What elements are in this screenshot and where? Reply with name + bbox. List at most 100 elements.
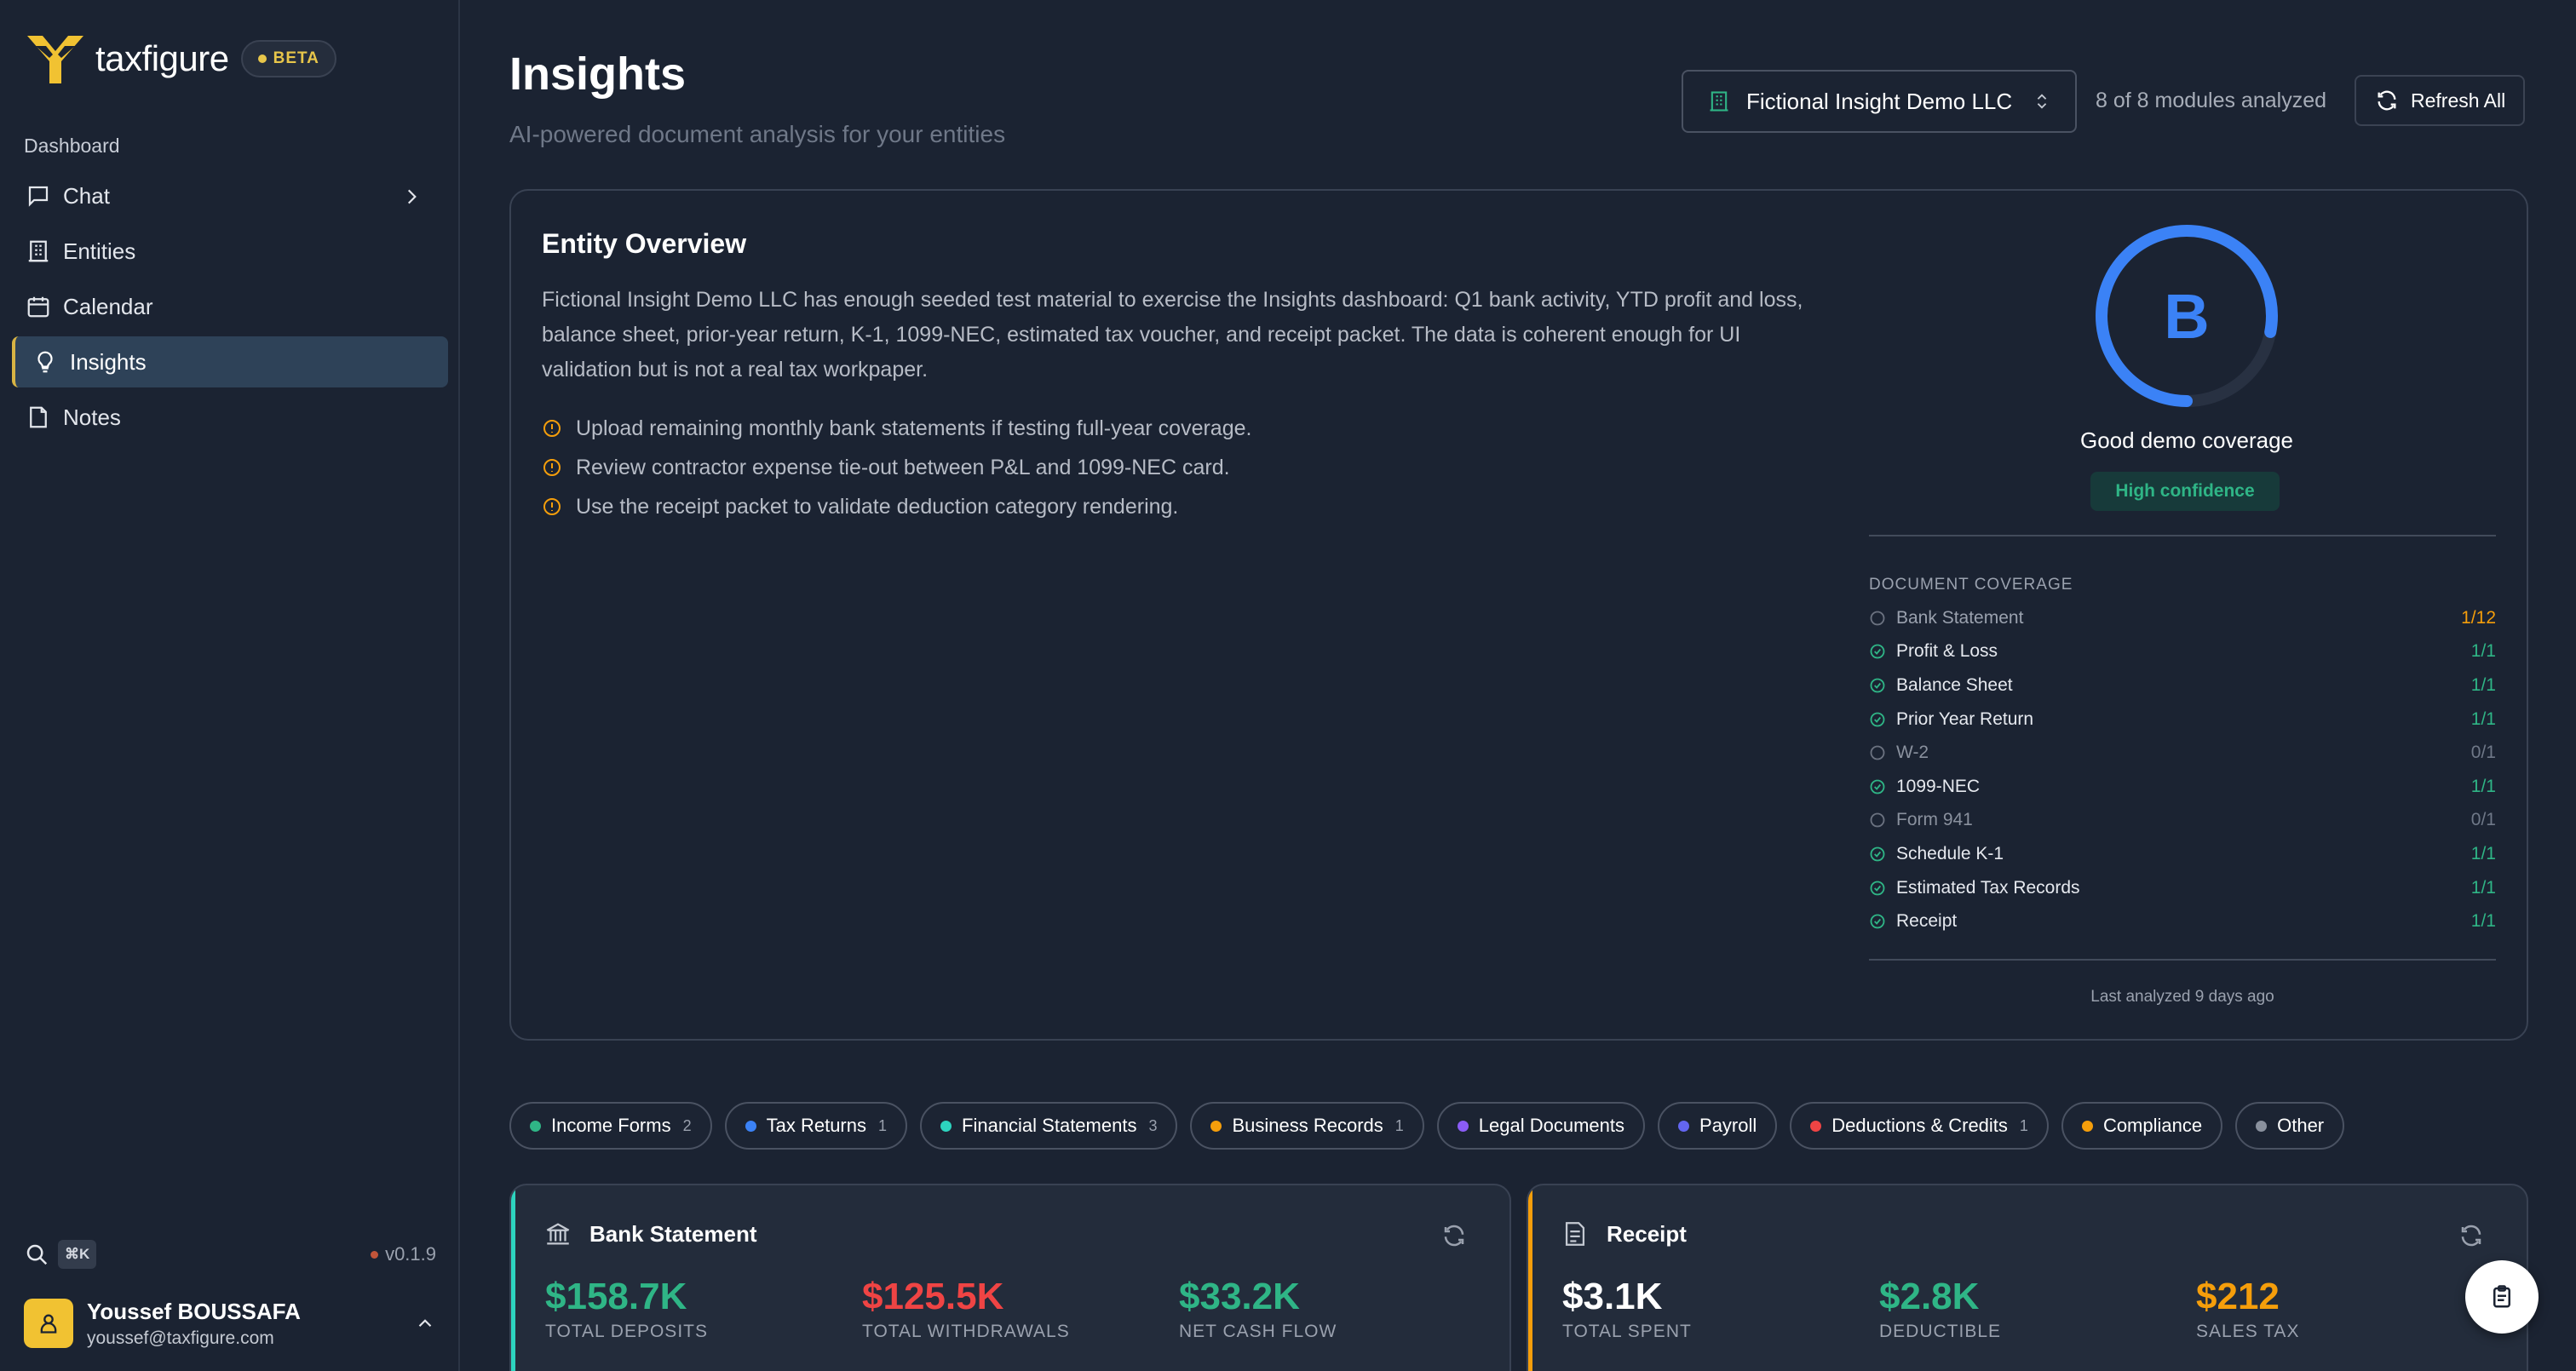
category-dot [1810, 1120, 1822, 1132]
chevron-up-down-icon [2033, 89, 2051, 113]
card-accent-bar [511, 1185, 515, 1371]
user-name: Youssef BOUSSAFA [87, 1298, 301, 1324]
metric-value: $158.7K [545, 1276, 687, 1317]
coverage-value: 0/1 [2470, 810, 2496, 830]
user-info: Youssef BOUSSAFA youssef@taxfigure.com [87, 1299, 301, 1349]
info-icon [542, 457, 576, 478]
metric-label: SALES TAX [2196, 1322, 2300, 1341]
category-label: Business Records [1232, 1115, 1383, 1136]
refresh-icon [2375, 89, 2399, 112]
check-circle-icon [1869, 711, 1886, 728]
sidebar-nav: Chat Entities Calendar Insights Notes [12, 170, 448, 447]
sidebar-item-insights[interactable]: Insights [12, 336, 448, 387]
coverage-name: Profit & Loss [1896, 641, 1998, 662]
sidebar-item-label: Insights [70, 348, 147, 375]
bank-icon [543, 1219, 589, 1248]
category-label: Deductions & Credits [1831, 1115, 2008, 1136]
chevron-right-icon[interactable] [400, 186, 434, 208]
building-icon [1707, 89, 1731, 113]
user-icon [37, 1311, 60, 1335]
overview-description: Fictional Insight Demo LLC has enough se… [542, 288, 1803, 381]
avatar [24, 1299, 73, 1348]
coverage-value: 0/1 [2470, 743, 2496, 763]
version-label: v0.1.9 [385, 1243, 436, 1265]
chat-icon [26, 183, 63, 209]
category-chip[interactable]: Payroll [1658, 1102, 1778, 1150]
recommendation-text: Use the receipt packet to validate deduc… [576, 494, 1179, 519]
grade-letter: B [2164, 280, 2210, 352]
coverage-name: Schedule K-1 [1896, 843, 2004, 863]
category-chip[interactable]: Tax Returns 1 [724, 1102, 908, 1150]
coverage-value: 1/1 [2470, 776, 2496, 796]
chevron-up-icon[interactable] [414, 1312, 436, 1334]
metric-label: TOTAL WITHDRAWALS [862, 1322, 1070, 1341]
entity-selector[interactable]: Fictional Insight Demo LLC [1682, 70, 2077, 133]
metric-net-cash-flow: $33.2K NET CASH FLOW [1179, 1276, 1337, 1342]
card-title: Receipt [1607, 1220, 1687, 1247]
category-count: 1 [2019, 1116, 2028, 1134]
metric-sales-tax: $212 SALES TAX [2196, 1276, 2299, 1342]
coverage-value: 1/1 [2470, 708, 2496, 729]
app-logo[interactable]: taxfigure BETA [24, 31, 336, 87]
search-icon[interactable] [24, 1242, 49, 1267]
clipboard-fab-button[interactable] [2465, 1260, 2539, 1334]
sidebar-item-calendar[interactable]: Calendar [12, 281, 448, 332]
category-chip[interactable]: Other [2235, 1102, 2345, 1150]
sidebar-item-notes[interactable]: Notes [12, 392, 448, 443]
category-dot [1210, 1120, 1222, 1132]
coverage-list: Bank Statement 1/12 Profit & Loss 1/1 Balanc… [1869, 601, 2496, 938]
coverage-name: 1099-NEC [1896, 776, 1981, 796]
card-header: Receipt [1561, 1219, 1687, 1248]
info-icon [542, 496, 576, 517]
recommendation-text: Upload remaining monthly bank statements… [576, 416, 1252, 440]
coverage-row: Profit & Loss 1/1 [1869, 635, 2496, 669]
user-menu[interactable]: Youssef BOUSSAFA youssef@taxfigure.com [24, 1294, 436, 1352]
refresh-icon[interactable] [2458, 1223, 2484, 1248]
category-label: Legal Documents [1478, 1115, 1625, 1136]
category-chip[interactable]: Legal Documents [1436, 1102, 1646, 1150]
coverage-name: Prior Year Return [1896, 708, 2034, 729]
category-label: Financial Statements [962, 1115, 1137, 1136]
category-chip[interactable]: Compliance [2061, 1102, 2223, 1150]
metric-deductible: $2.8K DEDUCTIBLE [1879, 1276, 2001, 1342]
calendar-icon [26, 294, 63, 319]
sidebar-item-entities[interactable]: Entities [12, 226, 448, 277]
sidebar-item-label: Chat [63, 182, 110, 209]
receipt-card[interactable]: Receipt $3.1K TOTAL SPENT $2.8K DEDUCTIB… [1527, 1184, 2528, 1371]
coverage-row: Receipt 1/1 [1869, 904, 2496, 938]
category-label: Other [2277, 1115, 2325, 1136]
empty-circle-icon [1869, 744, 1886, 761]
coverage-value: 1/1 [2470, 674, 2496, 695]
sidebar-item-label: Notes [63, 404, 121, 430]
refresh-all-button[interactable]: Refresh All [2355, 75, 2525, 126]
coverage-value: 1/1 [2470, 911, 2496, 932]
metric-value: $3.1K [1562, 1276, 1663, 1317]
coverage-name: Form 941 [1896, 810, 1973, 830]
bank-statement-card[interactable]: Bank Statement $158.7K TOTAL DEPOSITS $1… [509, 1184, 1511, 1371]
refresh-all-label: Refresh All [2411, 89, 2506, 112]
metric-label: DEDUCTIBLE [1879, 1322, 2002, 1341]
category-count: 1 [878, 1116, 888, 1134]
category-chip[interactable]: Financial Statements 3 [920, 1102, 1178, 1150]
category-chip[interactable]: Deductions & Credits 1 [1790, 1102, 2049, 1150]
sidebar-item-chat[interactable]: Chat [12, 170, 448, 221]
coverage-name: Bank Statement [1896, 607, 2024, 628]
category-dot [530, 1120, 541, 1132]
check-circle-icon [1869, 677, 1886, 694]
category-chip[interactable]: Business Records 1 [1190, 1102, 1424, 1150]
beta-dot [257, 54, 267, 63]
receipt-icon [1561, 1219, 1607, 1248]
check-circle-icon [1869, 846, 1886, 863]
lightbulb-icon [32, 349, 70, 375]
check-circle-icon [1869, 643, 1886, 660]
recommendation-item: Review contractor expense tie-out betwee… [542, 448, 1820, 487]
category-label: Income Forms [551, 1115, 671, 1136]
refresh-icon[interactable] [1441, 1223, 1467, 1248]
confidence-badge: High confidence [2090, 472, 2280, 511]
page-subtitle: AI-powered document analysis for your en… [509, 121, 1006, 147]
coverage-name: Receipt [1896, 911, 1958, 932]
coverage-row: Estimated Tax Records 1/1 [1869, 871, 2496, 905]
coverage-value: 1/1 [2470, 641, 2496, 662]
category-chip[interactable]: Income Forms 2 [509, 1102, 712, 1150]
metric-value: $33.2K [1179, 1276, 1300, 1317]
